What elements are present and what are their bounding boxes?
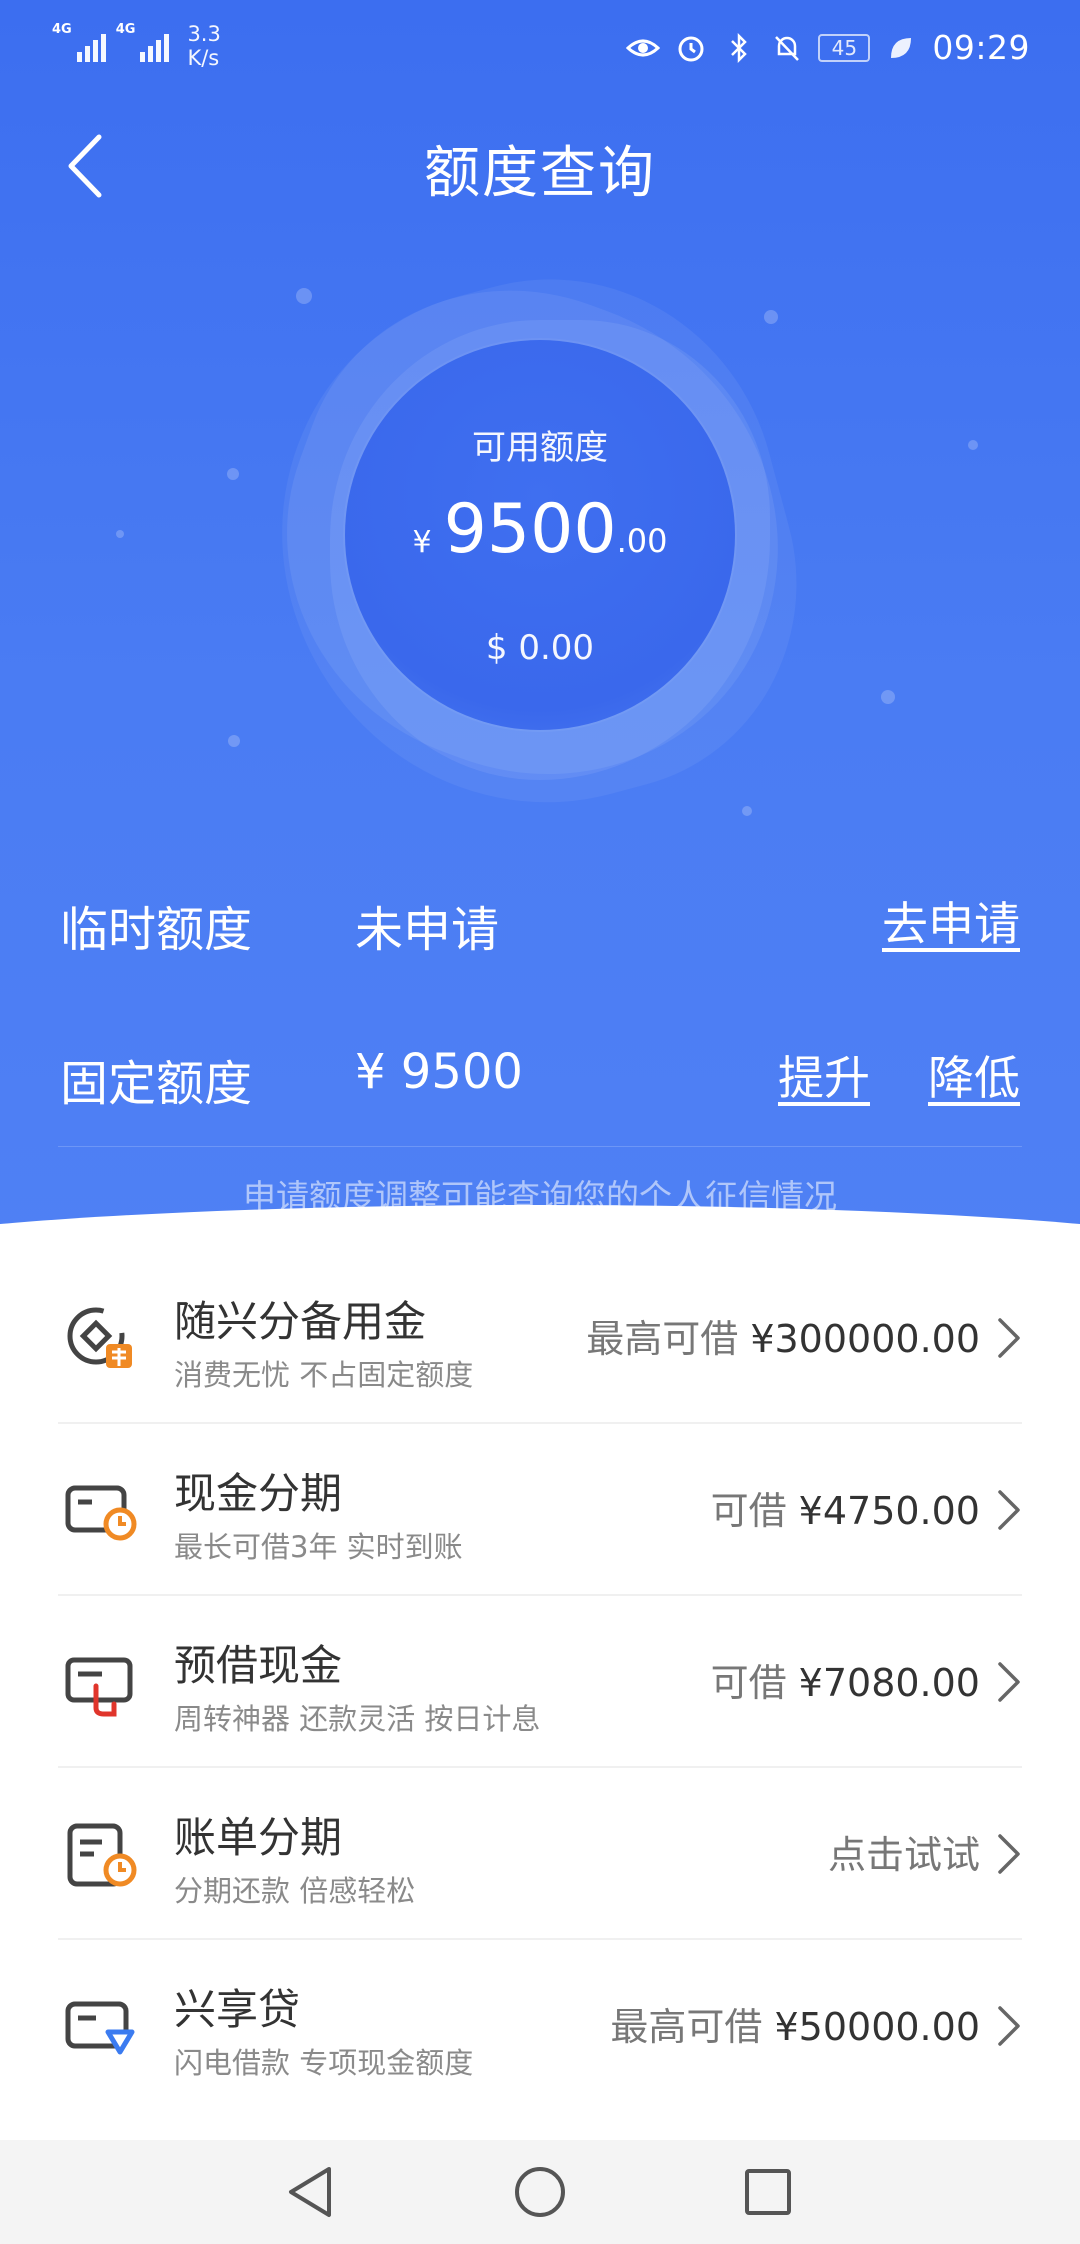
decor-dot — [116, 530, 124, 538]
item-subtitle: 分期还款 倍感轻松 — [174, 1874, 416, 1908]
decor-dot — [881, 690, 895, 704]
signal-icon: 4G — [52, 22, 106, 62]
alarm-icon — [674, 31, 708, 65]
circle-home-icon — [515, 2167, 565, 2217]
nav-home-button[interactable] — [510, 2162, 570, 2222]
page-title: 额度查询 — [424, 141, 656, 206]
clock: 09:29 — [932, 28, 1030, 67]
bluetooth-icon — [722, 31, 756, 65]
item-title: 现金分期 — [174, 1469, 343, 1518]
chevron-right-icon — [998, 1490, 1020, 1530]
xingxiang-loan-icon — [65, 2001, 135, 2055]
divider — [58, 1146, 1022, 1147]
chevron-right-icon — [998, 1318, 1020, 1358]
fixed-quota-value: ¥ 9500 — [355, 1044, 523, 1100]
lower-quota-link[interactable]: 降低 — [928, 1042, 1020, 1108]
item-limit: 最高可借 ¥50000.00 — [610, 2005, 980, 2049]
list-item-reserve-fund[interactable]: 随兴分备用金 消费无忧 不占固定额度 最高可借 ¥300000.00 — [0, 1252, 1080, 1424]
item-title: 兴享贷 — [174, 1985, 301, 2034]
battery-icon: 45 — [818, 33, 871, 62]
raise-quota-link[interactable]: 提升 — [778, 1042, 870, 1108]
item-subtitle: 闪电借款 专项现金额度 — [174, 2046, 474, 2080]
chevron-right-icon — [998, 1834, 1020, 1874]
list-item-xingxiang-loan[interactable]: 兴享贷 闪电借款 专项现金额度 最高可借 ¥50000.00 — [0, 1940, 1080, 2112]
bill-installment-icon — [67, 1823, 137, 1887]
mute-bell-icon — [770, 31, 804, 65]
square-recents-icon — [745, 2169, 791, 2215]
item-title: 预借现金 — [174, 1641, 343, 1690]
nav-back-button[interactable] — [280, 2162, 340, 2222]
fixed-quota-label: 固定额度 — [60, 1056, 253, 1112]
signal-icon: 4G — [116, 22, 170, 62]
item-limit: 最高可借 ¥300000.00 — [586, 1317, 980, 1361]
eye-icon — [626, 31, 661, 65]
decor-dot — [228, 735, 240, 747]
list-item-bill-installment[interactable]: 账单分期 分期还款 倍感轻松 点击试试 — [0, 1768, 1080, 1940]
temp-quota-row: 临时额度 未申请 去申请 — [60, 880, 1020, 960]
decor-dot — [296, 288, 312, 304]
usd-quota: $ 0.00 — [485, 628, 595, 668]
network-speed: 3.3 K/s — [187, 22, 221, 70]
decor-dot — [764, 310, 778, 324]
item-title: 随兴分备用金 — [174, 1297, 427, 1346]
fixed-quota-row: 固定额度 ¥ 9500 提升 降低 — [60, 1034, 1020, 1114]
list-item-prepaid-cash[interactable]: 预借现金 周转神器 还款灵活 按日计息 可借 ¥7080.00 — [0, 1596, 1080, 1768]
temp-quota-label: 临时额度 — [60, 902, 253, 958]
item-action: 点击试试 — [827, 1833, 980, 1877]
item-limit: 可借 ¥7080.00 — [710, 1661, 980, 1705]
chevron-right-icon — [998, 2006, 1020, 2046]
triangle-back-icon — [289, 2167, 331, 2217]
item-title: 账单分期 — [174, 1813, 343, 1862]
item-subtitle: 最长可借3年 实时到账 — [174, 1530, 463, 1564]
decor-dot — [227, 468, 239, 480]
system-nav-bar — [0, 2140, 1080, 2244]
temp-quota-value: 未申请 — [355, 902, 500, 958]
leaf-icon — [884, 31, 918, 65]
cash-installment-icon — [65, 1485, 137, 1541]
prepaid-cash-icon — [65, 1657, 133, 1717]
screen: 4G 4G 3.3 K/s 45 09:29 额度查询 可用额度 ¥ 9500.… — [0, 0, 1080, 2244]
nav-bar: 额度查询 — [0, 110, 1080, 220]
reserve-fund-icon — [67, 1307, 132, 1368]
item-subtitle: 周转神器 还款灵活 按日计息 — [174, 1702, 541, 1736]
item-subtitle: 消费无忧 不占固定额度 — [174, 1358, 474, 1392]
item-limit: 可借 ¥4750.00 — [710, 1489, 980, 1533]
quota-header: 4G 4G 3.3 K/s 45 09:29 额度查询 可用额度 ¥ 9500.… — [0, 0, 1080, 1250]
nav-recents-button[interactable] — [738, 2162, 798, 2222]
list-item-cash-installment[interactable]: 现金分期 最长可借3年 实时到账 可借 ¥4750.00 — [0, 1424, 1080, 1596]
decor-dot — [968, 440, 978, 450]
chevron-right-icon — [998, 1662, 1020, 1702]
apply-temp-quota-link[interactable]: 去申请 — [882, 888, 1020, 954]
available-quota-label: 可用额度 — [472, 428, 608, 468]
available-quota-amount: ¥9500.00 — [412, 490, 668, 569]
available-quota-circle: 可用额度 ¥9500.00 $ 0.00 — [345, 340, 735, 730]
loan-product-list: 随兴分备用金 消费无忧 不占固定额度 最高可借 ¥300000.00 现金分期 … — [0, 1252, 1080, 2112]
status-bar: 4G 4G 3.3 K/s 45 09:29 — [0, 0, 1080, 100]
decor-dot — [742, 806, 752, 816]
